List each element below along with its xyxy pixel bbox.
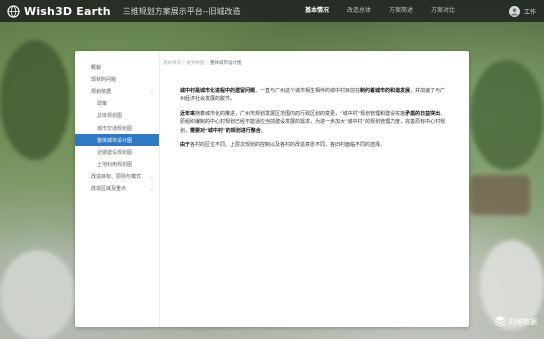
breadcrumb-item[interactable]: 基本情况 (163, 60, 181, 66)
user-avatar-icon (508, 5, 520, 17)
text: 各村的区位不同，上层次规划的控制以及各村的改造意愿不同，各旧村面临不同的选择。 (190, 142, 386, 149)
background-forest-left (0, 40, 70, 160)
paragraph: 近年来随着城市化的推进，广州市规划发展区范围内的行政区划的变更，“城中村”规划管… (180, 110, 450, 135)
bold-text: 矛盾的日益突出 (405, 110, 441, 117)
bold-text: 需要对“城中村”的规划进行整合 (190, 127, 261, 134)
article-content: 城中村是城市化进程中的遗留问题，一直与广州这个城市相生相伴的城中村目前在制约着城… (180, 87, 450, 155)
sidebar-item-label: 概貌 (91, 64, 102, 71)
sidebar-item-label: 改造目标、原则与模式 (91, 174, 142, 181)
sidebar-item-goals-principles[interactable]: 改造目标、原则与模式 ⌄ (75, 171, 159, 183)
nav-basic-info[interactable]: 基本情况 (296, 0, 338, 22)
user-label: 工作 (523, 8, 536, 16)
content-panel: 概貌 现状的问题 规划依据 ⌄ 政策 总体规划图 城市交通规划图 整体城市设计图 … (75, 51, 469, 327)
nav-plan-compare[interactable]: 方案对比 (422, 0, 464, 22)
watermark: 四维数据 (494, 312, 537, 331)
sidebar-item-current-problems[interactable]: 现状的问题 (75, 73, 159, 85)
globe-logo-icon (6, 4, 20, 18)
paragraph: 由于各村的区位不同，上层次规划的控制以及各村的改造意愿不同，各旧村面临不同的选择… (180, 141, 450, 149)
cube-logo-icon (494, 312, 506, 331)
sidebar-item-overview[interactable]: 概貌 (75, 61, 159, 73)
sidebar: 概貌 现状的问题 规划依据 ⌄ 政策 总体规划图 城市交通规划图 整体城市设计图 … (75, 51, 160, 327)
background-building (470, 175, 530, 215)
text: ，一直与广州这个城市相生相伴的城中村目前在 (255, 88, 361, 94)
sidebar-item-land-use-plan[interactable]: 土地利用规划图 (75, 159, 159, 171)
breadcrumb-current: 整体城市设计图 (210, 61, 242, 66)
sidebar-item-label: 城市交通规划图 (97, 125, 133, 132)
sidebar-item-master-plan[interactable]: 总体规划图 (75, 110, 159, 122)
sidebar-item-renovation-areas[interactable]: 改造区域及重点 ⌄ (75, 183, 159, 195)
main-nav: 基本情况 改造总体 方案简述 方案对比 (296, 0, 464, 22)
system-title: 三维规划方案展示平台--旧城改造 (122, 6, 241, 16)
user-menu[interactable]: 工作 (508, 0, 536, 22)
background-forest-right (470, 60, 544, 170)
bold-text: 由于 (180, 142, 191, 149)
sidebar-item-policy[interactable]: 政策 (75, 98, 159, 110)
sidebar-item-traffic-plan[interactable]: 城市交通规划图 (75, 122, 159, 134)
sidebar-item-label: 整体城市设计图 (97, 137, 133, 144)
sidebar-item-label: 土地利用规划图 (97, 162, 133, 169)
breadcrumb-item[interactable]: 规划依据 (187, 60, 205, 66)
breadcrumb: 基本情况 / 规划依据 / 整体城市设计图 (163, 59, 242, 67)
background-mist-left (0, 250, 75, 339)
chevron-down-icon: ⌄ (149, 185, 154, 192)
bold-text: 制约着城市的和谐发展 (360, 88, 411, 94)
sidebar-item-label: 近期建设规划图 (97, 149, 133, 156)
top-bar: Wish3D Earth 三维规划方案展示平台--旧城改造 基本情况 改造总体 … (0, 0, 544, 22)
watermark-text: 四维数据 (509, 317, 537, 326)
sidebar-item-urban-design[interactable]: 整体城市设计图 (75, 134, 159, 147)
sidebar-item-near-term-plan[interactable]: 近期建设规划图 (75, 146, 159, 158)
bold-text: 城中村是城市化进程中的遗留问题 (180, 88, 256, 94)
nav-plan-summary[interactable]: 方案简述 (380, 0, 422, 22)
text: 随着城市化的推进，广州市规划发展区范围内的行政区划的变更，“城中村”规划管理和建… (195, 110, 406, 117)
sidebar-item-label: 现状的问题 (91, 76, 117, 83)
paragraph: 城中村是城市化进程中的遗留问题，一直与广州这个城市相生相伴的城中村目前在制约着城… (180, 87, 450, 104)
text: 。 (260, 127, 266, 134)
chevron-down-icon: ⌄ (149, 173, 154, 180)
sidebar-item-label: 改造区域及重点 (91, 186, 127, 193)
breadcrumb-separator: / (183, 60, 185, 66)
brand-name: Wish3D Earth (24, 4, 111, 18)
sidebar-item-planning-basis[interactable]: 规划依据 ⌄ (75, 85, 159, 97)
nav-renovation-overall[interactable]: 改造总体 (338, 0, 380, 22)
sidebar-item-label: 政策 (97, 101, 108, 108)
bold-text: 近年来 (180, 110, 196, 117)
sidebar-item-label: 规划依据 (91, 88, 112, 95)
sidebar-item-label: 总体规划图 (97, 113, 123, 120)
chevron-down-icon: ⌄ (149, 88, 154, 95)
breadcrumb-separator: / (206, 60, 209, 66)
